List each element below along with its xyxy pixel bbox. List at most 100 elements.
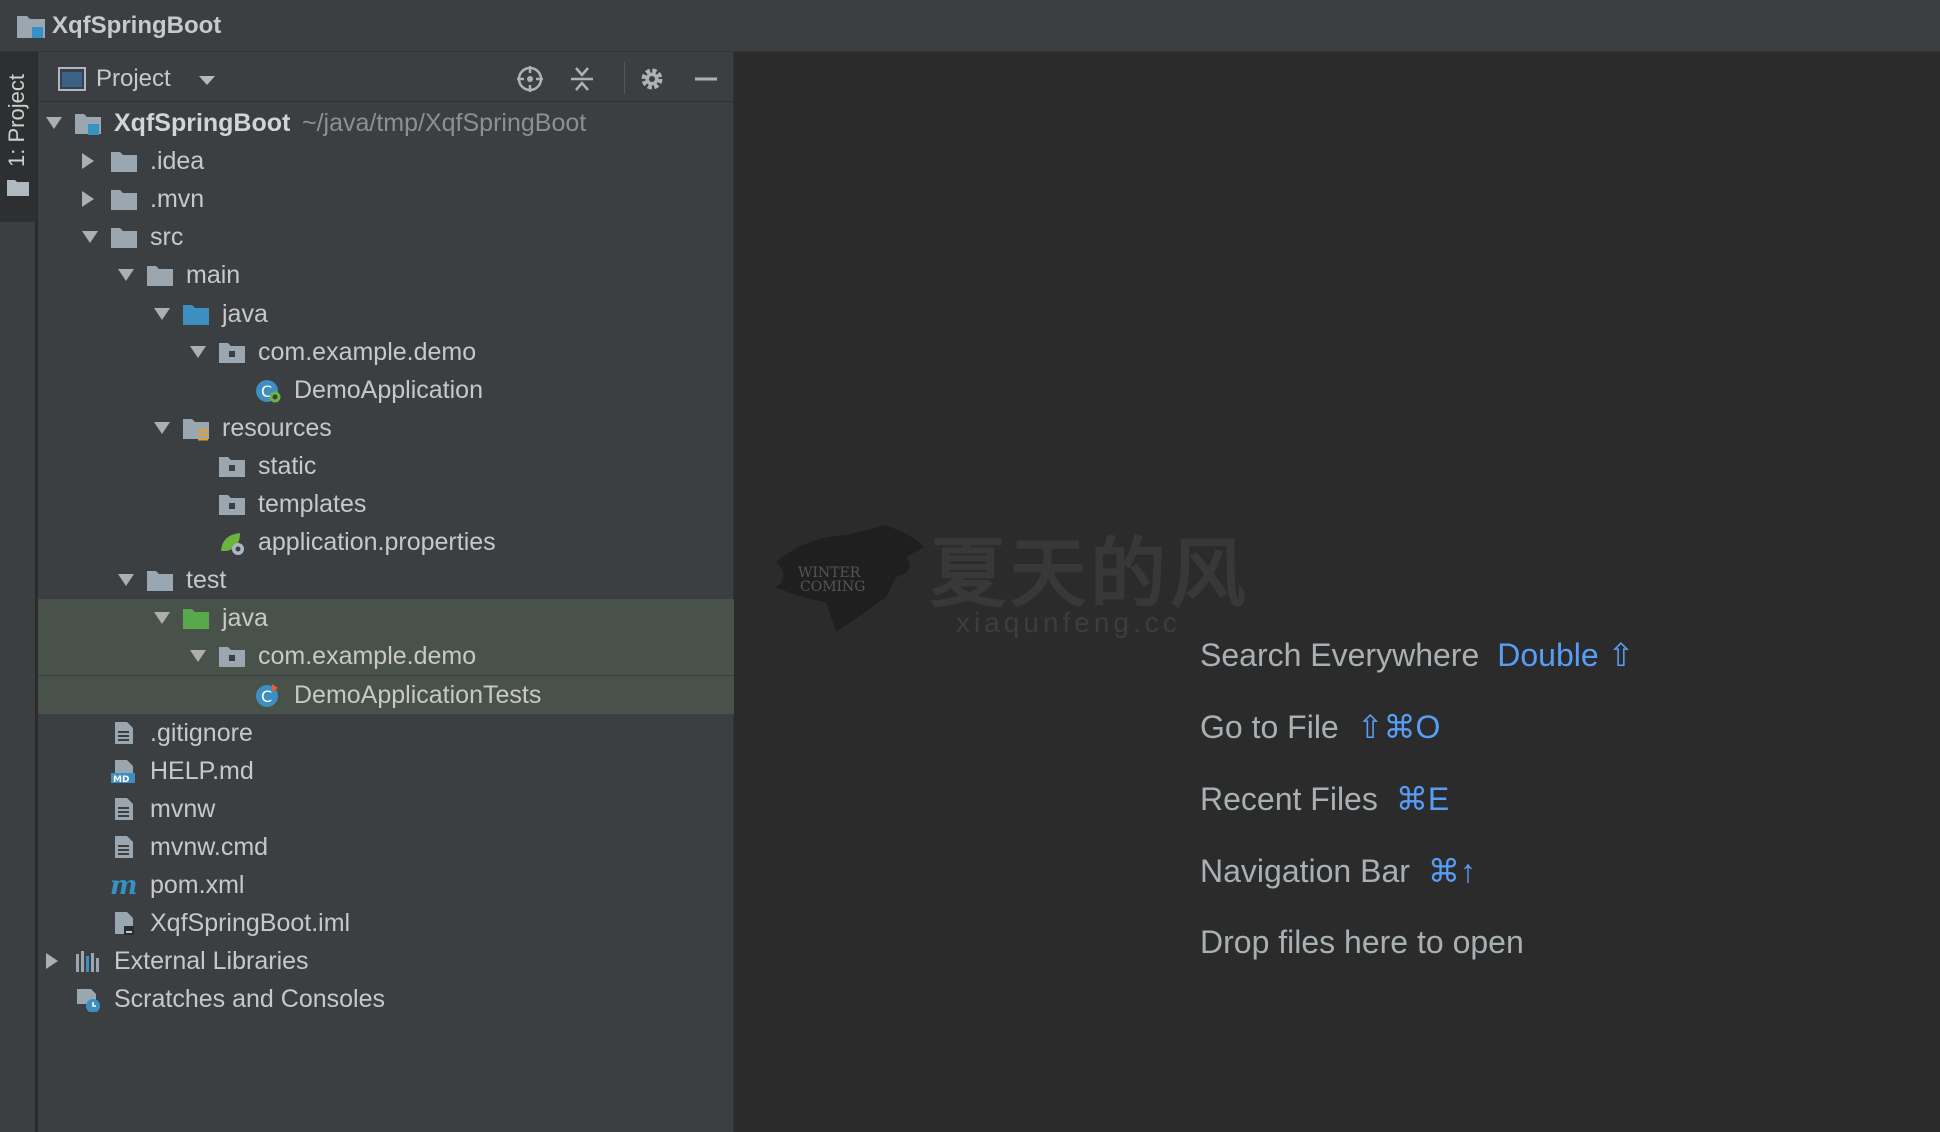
chevron-down-icon[interactable]	[198, 74, 216, 92]
tree-item-label: java	[222, 604, 268, 633]
tree-item-label: application.properties	[258, 528, 496, 557]
folder-icon	[110, 186, 138, 212]
tree-item-label: XqfSpringBoot	[114, 109, 291, 137]
tree-item-label: src	[150, 223, 184, 252]
module-folder-icon	[74, 110, 102, 136]
hint-recent-files: Recent Files ⌘E	[1200, 780, 1449, 818]
hint-label: Drop files here to open	[1200, 924, 1524, 960]
tree-row[interactable]: main	[38, 256, 734, 294]
project-icon	[16, 12, 46, 40]
markdown-file-icon: MD	[110, 758, 138, 785]
tree-row[interactable]: External Libraries	[38, 942, 734, 980]
package-icon	[218, 491, 246, 517]
window-title: XqfSpringBoot	[52, 11, 222, 39]
tree-item-path: ~/java/tmp/XqfSpringBoot	[302, 109, 587, 137]
tree-item-label: java	[222, 299, 268, 328]
hint-label: Search Everywhere	[1200, 637, 1480, 673]
text-file-icon	[110, 720, 138, 746]
hint-shortcut: ⌘E	[1395, 781, 1450, 817]
tree-row[interactable]: src	[38, 218, 734, 256]
tree-item-label: main	[186, 261, 241, 290]
tree-item-label: templates	[258, 490, 367, 518]
hint-label: Navigation Bar	[1200, 853, 1410, 889]
test-class-icon: C	[254, 682, 282, 708]
tree-row[interactable]: Scratches and Consoles	[38, 980, 734, 1018]
tree-row[interactable]: C DemoApplication	[38, 371, 734, 409]
tree-item-label: resources	[222, 413, 332, 442]
hint-label: Recent Files	[1200, 781, 1378, 817]
project-tab-label: 1: Project	[4, 74, 29, 167]
chevron-down-icon[interactable]	[190, 345, 206, 358]
editor-area: WINTER COMING 夏天的风 xiaqunfeng.cc Search …	[736, 52, 1940, 1132]
text-file-icon	[110, 796, 138, 822]
hide-panel-icon[interactable]	[692, 65, 720, 93]
tree-row[interactable]: resources	[38, 409, 734, 447]
chevron-down-icon[interactable]	[154, 612, 170, 625]
project-panel: Project XqfSpringBoot ~/java/tmp/XqfSpri…	[38, 52, 734, 1132]
chevron-down-icon[interactable]	[46, 117, 62, 129]
libraries-icon	[74, 948, 102, 974]
tree-row[interactable]: .idea	[38, 142, 734, 180]
folder-icon	[7, 178, 29, 201]
chevron-right-icon[interactable]	[82, 153, 94, 170]
tree-row[interactable]: static	[38, 447, 734, 485]
resources-folder-icon	[182, 415, 210, 441]
spring-class-icon: C	[254, 377, 282, 403]
wolf-badge-logo: WINTER COMING	[766, 517, 926, 642]
locate-target-icon[interactable]	[516, 65, 544, 93]
tree-row[interactable]: MD HELP.md	[38, 752, 734, 790]
watermark-title: 夏天的风	[930, 532, 1250, 617]
chevron-down-icon[interactable]	[82, 231, 98, 244]
tree-row[interactable]: .mvn	[38, 180, 734, 218]
project-tool-tab[interactable]: 1: Project	[0, 52, 36, 222]
project-view-selector[interactable]: Project	[96, 65, 171, 93]
tree-item-label: com.example.demo	[258, 337, 477, 366]
watermark-url: xiaqunfeng.cc	[956, 607, 1181, 638]
tree-item-label: External Libraries	[114, 947, 309, 976]
badge-line2: COMING	[800, 579, 866, 595]
scratches-icon	[74, 986, 102, 1014]
panel-header: Project	[38, 54, 734, 102]
chevron-down-icon[interactable]	[118, 574, 134, 587]
collapse-all-icon[interactable]	[568, 65, 596, 93]
tree-row[interactable]: java	[38, 295, 734, 333]
tree-row[interactable]: mvnw	[38, 790, 734, 828]
gear-icon[interactable]	[638, 65, 666, 93]
tree-item-label: DemoApplicationTests	[294, 680, 542, 709]
chevron-down-icon[interactable]	[154, 421, 170, 434]
tree-item-label: test	[186, 566, 227, 595]
chevron-down-icon[interactable]	[154, 307, 170, 320]
chevron-right-icon[interactable]	[82, 191, 94, 208]
tree-row[interactable]: XqfSpringBoot ~/java/tmp/XqfSpringBoot	[38, 104, 734, 142]
tree-row[interactable]: test	[38, 561, 734, 599]
tree-row[interactable]: templates	[38, 485, 734, 523]
tree-row[interactable]: java	[38, 599, 734, 638]
chevron-down-icon[interactable]	[190, 650, 206, 663]
hint-label: Go to File	[1200, 709, 1339, 745]
hint-shortcut: Double ⇧	[1497, 637, 1635, 673]
tree-row[interactable]: C DemoApplicationTests	[38, 675, 734, 714]
tree-row[interactable]: application.properties	[38, 523, 734, 561]
package-icon	[218, 339, 246, 365]
tree-row[interactable]: m pom.xml	[38, 866, 734, 904]
tree-item-label: .mvn	[150, 185, 205, 214]
tree-item-label: DemoApplication	[294, 375, 483, 404]
tree-item-label: HELP.md	[150, 756, 254, 785]
chevron-right-icon[interactable]	[46, 953, 58, 970]
tree-item-label: com.example.demo	[258, 642, 477, 671]
chevron-down-icon[interactable]	[118, 269, 134, 282]
tree-row[interactable]: com.example.demo	[38, 333, 734, 371]
tree-row[interactable]: com.example.demo	[38, 637, 734, 676]
iml-file-icon	[110, 910, 138, 936]
test-folder-icon	[182, 605, 210, 631]
tree-item-label: mvnw.cmd	[150, 832, 269, 861]
tool-window-strip: 1: Project	[0, 52, 36, 1132]
tree-row[interactable]: mvnw.cmd	[38, 828, 734, 866]
svg-text:m: m	[110, 872, 138, 898]
tree-item-label: mvnw	[150, 794, 216, 823]
tree-row[interactable]: .gitignore	[38, 714, 734, 752]
folder-icon	[146, 262, 174, 288]
spring-properties-icon	[218, 529, 246, 556]
tree-row[interactable]: XqfSpringBoot.iml	[38, 904, 734, 942]
tree-item-label: .idea	[150, 147, 205, 176]
